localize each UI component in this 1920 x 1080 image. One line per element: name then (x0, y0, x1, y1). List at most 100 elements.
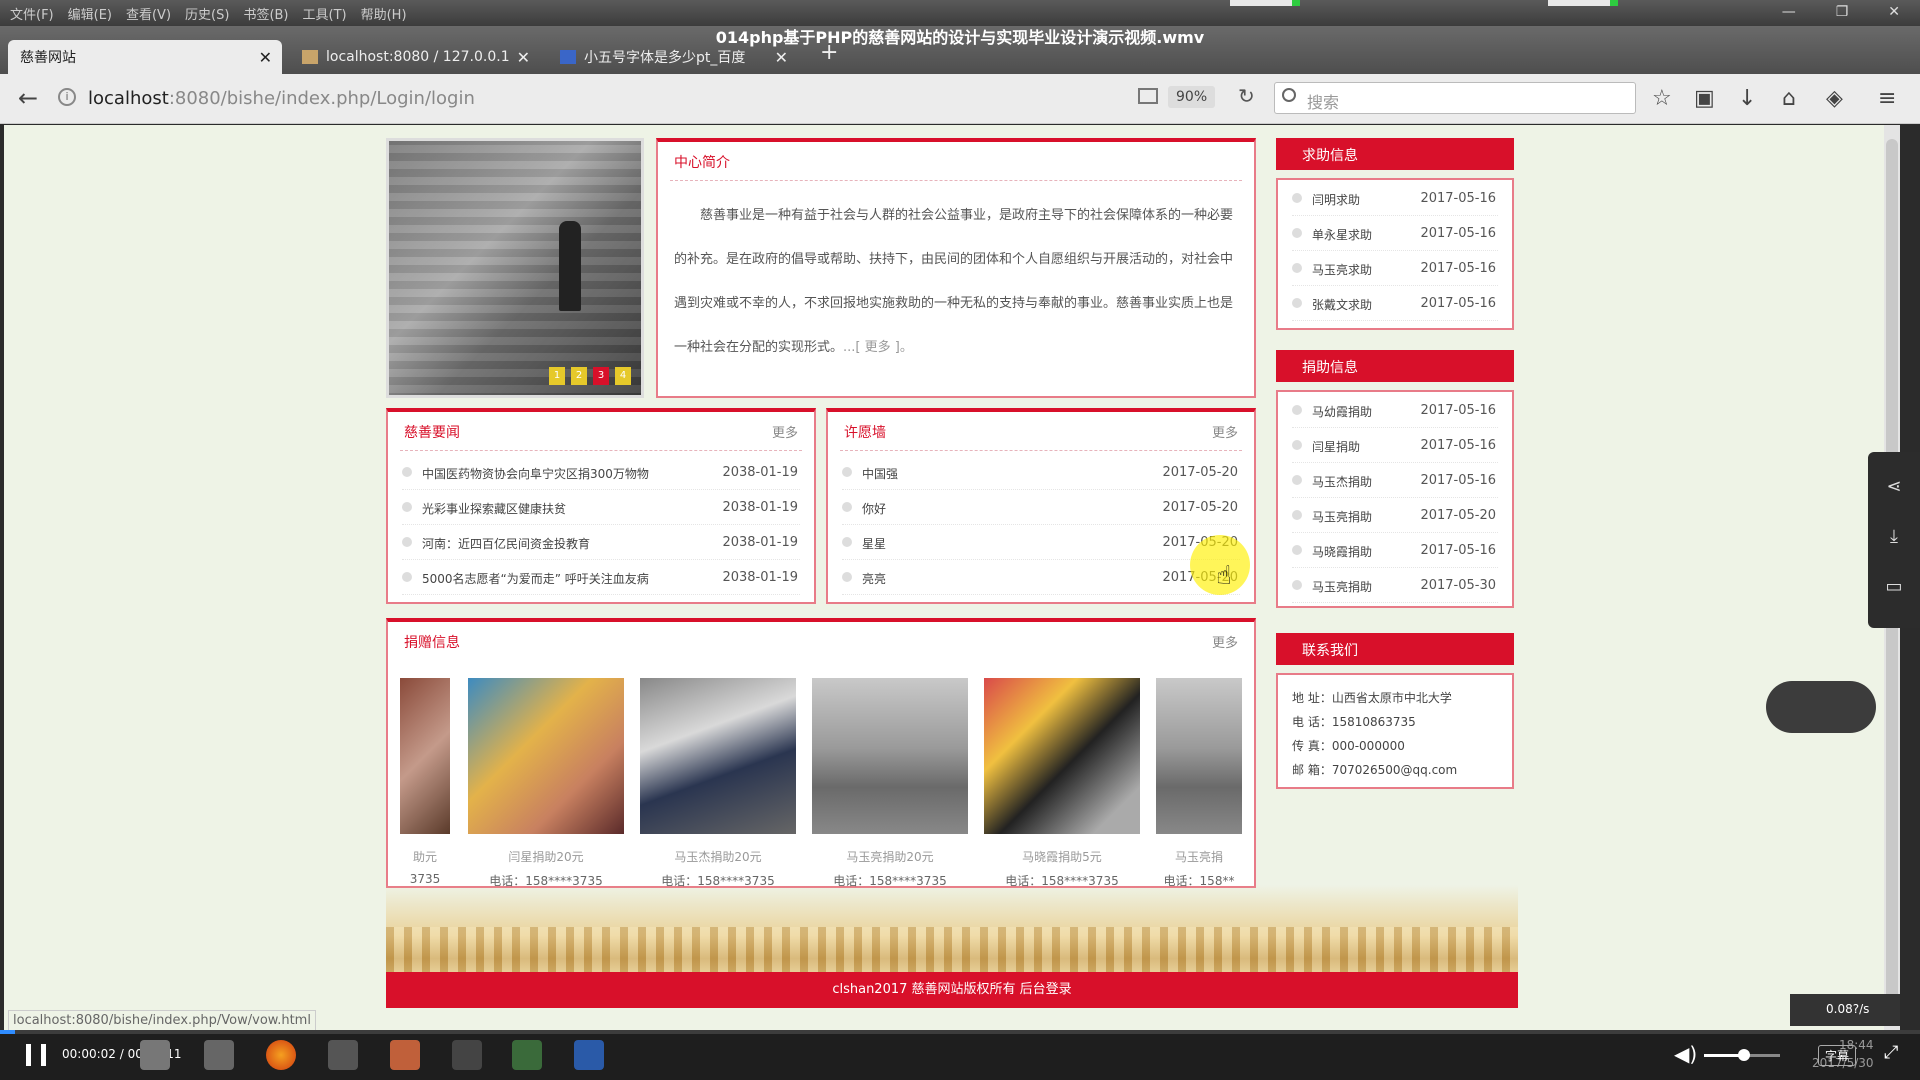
help-item-title[interactable]: 闫明求助 (1312, 191, 1360, 208)
wish-item[interactable]: 亮亮2017-05-20 (842, 561, 1240, 595)
app-icon[interactable] (204, 1040, 234, 1070)
info-icon[interactable]: i (58, 88, 76, 106)
donate-item[interactable]: 马玉亮捐助 2017-05-30 (1292, 569, 1498, 603)
donate-item-title[interactable]: 马玉亮捐助 (1312, 508, 1372, 525)
help-item-title[interactable]: 张戴文求助 (1312, 296, 1372, 313)
news-item[interactable]: 5000名志愿者“为爱而走” 呼吁关注血友病 2038-01-19 (402, 561, 800, 595)
star-icon[interactable]: ☆ (1652, 86, 1672, 111)
slider-dot[interactable]: 2 (571, 367, 587, 385)
donation-photo[interactable] (984, 678, 1140, 834)
reader-view-icon[interactable] (1138, 88, 1158, 104)
donate-item[interactable]: 马晓霞捐助 2017-05-16 (1292, 534, 1498, 568)
subtitle-button[interactable]: 字幕 (1818, 1045, 1857, 1066)
word-icon[interactable] (574, 1040, 604, 1070)
back-arrow-icon[interactable]: ← (18, 84, 38, 112)
fullscreen-icon[interactable]: ⤢ (1884, 1042, 1898, 1063)
slider-dot[interactable]: 4 (615, 367, 631, 385)
news-item[interactable]: 河南：近四百亿民间资金投教育 2038-01-19 (402, 526, 800, 560)
wish-item-title[interactable]: 中国强 (862, 465, 898, 482)
pocket-icon[interactable]: ◈ (1826, 86, 1843, 111)
slider-photo[interactable]: 1 2 3 4 (386, 138, 644, 398)
news-item[interactable]: 光彩事业探索藏区健康扶贫 2038-01-19 (402, 491, 800, 525)
wish-item[interactable]: 星星2017-05-20 (842, 526, 1240, 560)
donations-more-link[interactable]: 更多 (1212, 632, 1238, 651)
intro-more-link[interactable]: ...[ 更多 ]。 (843, 340, 913, 355)
donation-photo[interactable] (812, 678, 968, 834)
firefox-icon[interactable] (266, 1040, 296, 1070)
share-icon[interactable]: ⋖ (1882, 476, 1906, 500)
donation-photo[interactable] (468, 678, 624, 834)
reload-icon[interactable]: ↻ (1238, 84, 1255, 108)
donate-item-title[interactable]: 马玉亮捐助 (1312, 578, 1372, 595)
donate-item-title[interactable]: 马晓霞捐助 (1312, 543, 1372, 560)
news-item-title[interactable]: 中国医药物资协会向阜宁灾区捐300万物物 (422, 465, 649, 482)
url-bar[interactable]: localhost:8080/bishe/index.php/Login/log… (88, 88, 475, 109)
menu-help[interactable]: 帮助(H) (361, 4, 407, 23)
help-item[interactable]: 马玉亮求助 2017-05-16 (1292, 252, 1498, 286)
pause-icon[interactable] (26, 1044, 46, 1066)
zoom-level[interactable]: 90% (1168, 86, 1216, 108)
menu-bookmarks[interactable]: 书签(B) (243, 4, 288, 23)
bullet-icon (842, 502, 852, 512)
wish-item[interactable]: 你好 2017-05-20 (842, 491, 1240, 525)
help-item-title[interactable]: 单永星求助 (1312, 226, 1372, 243)
donate-item[interactable]: 马幼霞捐助 2017-05-16 (1292, 394, 1498, 428)
news-item-title[interactable]: 光彩事业探索藏区健康扶贫 (422, 500, 566, 517)
settings-icon[interactable] (452, 1040, 482, 1070)
search-input[interactable]: 搜索 (1274, 82, 1636, 114)
donate-item-title[interactable]: 闫星捐助 (1312, 438, 1360, 455)
bullet-icon (842, 572, 852, 582)
menu-file[interactable]: 文件(F) (10, 4, 54, 23)
help-item-title[interactable]: 马玉亮求助 (1312, 261, 1372, 278)
file-explorer-icon[interactable] (140, 1040, 170, 1070)
contact-email: 邮 箱：707026500@qq.com (1292, 763, 1458, 777)
volume-icon[interactable]: ◀) (1674, 1042, 1697, 1066)
donation-photo[interactable] (1156, 678, 1242, 834)
slider-dot[interactable]: 1 (549, 367, 565, 385)
bullet-icon (1292, 405, 1302, 415)
download-icon[interactable]: ⤓ (1882, 526, 1906, 550)
help-item[interactable]: 张戴文求助 2017-05-16 (1292, 287, 1498, 321)
home-icon[interactable]: ⌂ (1782, 86, 1796, 111)
progress-bar[interactable] (0, 1030, 1920, 1034)
donation-photo[interactable] (640, 678, 796, 834)
donate-item[interactable]: 闫星捐助 2017-05-16 (1292, 429, 1498, 463)
clipboard-icon[interactable]: ▣ (1694, 86, 1715, 111)
wish-wall-title: 许愿墙 (844, 425, 886, 441)
help-item[interactable]: 闫明求助 2017-05-16 (1292, 182, 1498, 216)
close-icon[interactable]: ✕ (259, 48, 272, 67)
menu-tools[interactable]: 工具(T) (303, 4, 347, 23)
app-icon[interactable] (512, 1040, 542, 1070)
slider-dot-active[interactable]: 3 (593, 367, 609, 385)
wish-item[interactable]: 中国强 2017-05-20 (842, 456, 1240, 490)
app-icon[interactable] (390, 1040, 420, 1070)
menu-history[interactable]: 历史(S) (185, 4, 229, 23)
donate-item-title[interactable]: 马玉杰捐助 (1312, 473, 1372, 490)
donate-item[interactable]: 马玉杰捐助 2017-05-16 (1292, 464, 1498, 498)
help-item[interactable]: 单永星求助 2017-05-16 (1292, 217, 1498, 251)
news-item-title[interactable]: 5000名志愿者“为爱而走” 呼吁关注血友病 (422, 570, 649, 587)
menu-edit[interactable]: 编辑(E) (68, 4, 112, 23)
menu-icon[interactable]: ≡ (1878, 86, 1896, 111)
help-item-date: 2017-05-16 (1420, 261, 1496, 276)
close-icon[interactable]: ✕ (775, 48, 788, 67)
wish-item-title[interactable]: 你好 (862, 500, 886, 517)
volume-knob[interactable] (1738, 1049, 1750, 1061)
news-item[interactable]: 中国医药物资协会向阜宁灾区捐300万物物 2038-01-19 (402, 456, 800, 490)
news-more-link[interactable]: 更多 (772, 422, 798, 441)
donate-item-title[interactable]: 马幼霞捐助 (1312, 403, 1372, 420)
donate-item[interactable]: 马玉亮捐助 2017-05-20 (1292, 499, 1498, 533)
download-icon[interactable]: ↓ (1738, 86, 1756, 111)
menu-view[interactable]: 查看(V) (126, 4, 171, 23)
minimize-icon[interactable]: — (1782, 4, 1796, 20)
wish-item-title[interactable]: 亮亮 (862, 570, 886, 587)
close-icon[interactable]: ✕ (517, 48, 530, 67)
close-window-icon[interactable]: ✕ (1888, 4, 1900, 20)
wish-wall-more-link[interactable]: 更多 (1212, 422, 1238, 441)
delete-icon[interactable]: ▭ (1882, 576, 1906, 600)
news-item-title[interactable]: 河南：近四百亿民间资金投教育 (422, 535, 590, 552)
wish-item-title[interactable]: 星星 (862, 535, 886, 552)
store-icon[interactable] (328, 1040, 358, 1070)
donation-photo[interactable] (400, 678, 450, 834)
restore-icon[interactable]: ❐ (1836, 4, 1849, 20)
